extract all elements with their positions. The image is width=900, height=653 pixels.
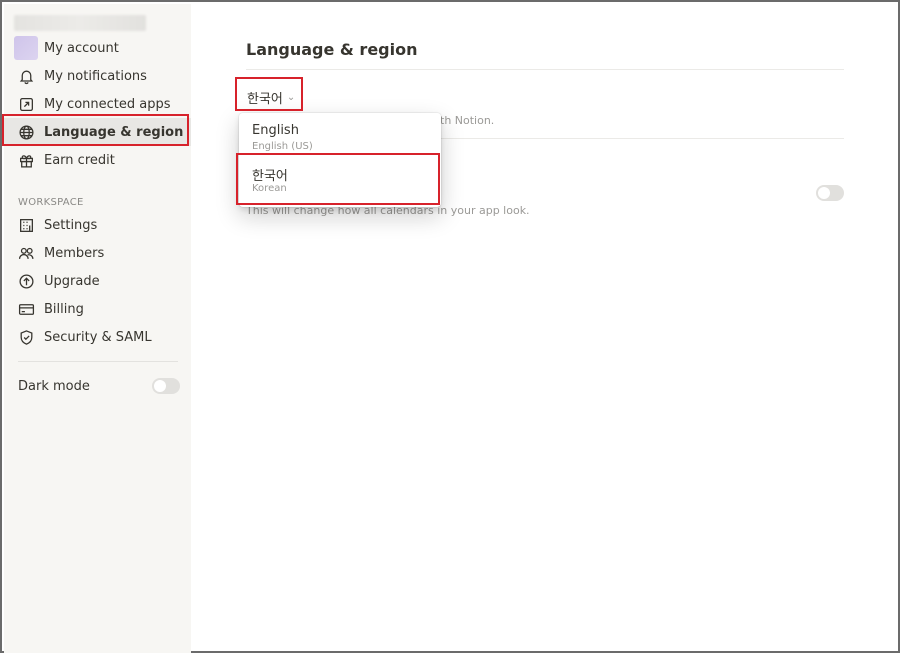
sidebar-item-label: Billing: [44, 301, 84, 317]
language-select-value: 한국어: [247, 91, 283, 107]
sidebar-item-members[interactable]: Members: [4, 239, 191, 267]
chevron-down-icon: ⌄: [286, 91, 296, 103]
dark-mode-toggle[interactable]: [152, 378, 180, 394]
option-label: 한국어: [252, 169, 288, 184]
sidebar-item-label: My connected apps: [44, 96, 171, 112]
dark-mode-row: Dark mode: [18, 376, 180, 396]
building-icon: [16, 215, 36, 235]
dark-mode-label: Dark mode: [18, 378, 90, 394]
credit-card-icon: [16, 299, 36, 319]
sidebar-item-label: Upgrade: [44, 273, 100, 289]
sidebar-item-label: Settings: [44, 217, 98, 233]
account-email-redacted: [14, 15, 146, 31]
option-sublabel: English (US): [252, 141, 313, 152]
workspace-section-label: WORKSPACE: [18, 197, 84, 208]
sidebar-item-language-region[interactable]: Language & region: [4, 118, 191, 146]
bell-icon: [16, 66, 36, 86]
arrow-up-circle-icon: [16, 271, 36, 291]
sidebar-item-upgrade[interactable]: Upgrade: [4, 267, 191, 295]
avatar: [14, 36, 38, 60]
sidebar-item-settings[interactable]: Settings: [4, 211, 191, 239]
sidebar-item-my-connected-apps[interactable]: My connected apps: [4, 90, 191, 118]
sidebar-item-label: My notifications: [44, 68, 147, 84]
sidebar-item-my-notifications[interactable]: My notifications: [4, 62, 191, 90]
sidebar-item-earn-credit[interactable]: Earn credit: [4, 146, 191, 174]
sidebar-item-label: My account: [44, 40, 119, 56]
title-divider: [246, 69, 844, 70]
language-dropdown-menu: English English (US) 한국어 Korean: [239, 113, 441, 207]
language-select[interactable]: 한국어 ⌄: [241, 83, 301, 111]
sidebar-divider: [18, 361, 178, 362]
option-sublabel: Korean: [252, 183, 287, 194]
language-description: th Notion.: [440, 114, 495, 127]
sidebar-item-billing[interactable]: Billing: [4, 295, 191, 323]
settings-window: My account My notifications My connected…: [0, 0, 900, 653]
sidebar-item-label: Security & SAML: [44, 329, 152, 345]
calendar-setting-toggle[interactable]: [816, 185, 844, 201]
sidebar-item-label: Earn credit: [44, 152, 115, 168]
globe-icon: [16, 122, 36, 142]
sidebar-item-label: Members: [44, 245, 105, 261]
language-option-korean[interactable]: 한국어 Korean: [239, 155, 441, 195]
sidebar-item-my-account[interactable]: My account: [4, 34, 191, 62]
language-option-english[interactable]: English English (US): [239, 113, 441, 153]
sidebar-item-label: Language & region: [44, 124, 184, 140]
shield-icon: [16, 327, 36, 347]
sidebar-item-security-saml[interactable]: Security & SAML: [4, 323, 191, 351]
gift-icon: [16, 150, 36, 170]
people-icon: [16, 243, 36, 263]
external-link-icon: [16, 94, 36, 114]
page-title: Language & region: [246, 40, 418, 59]
option-label: English: [252, 123, 299, 138]
settings-sidebar: My account My notifications My connected…: [4, 4, 191, 653]
